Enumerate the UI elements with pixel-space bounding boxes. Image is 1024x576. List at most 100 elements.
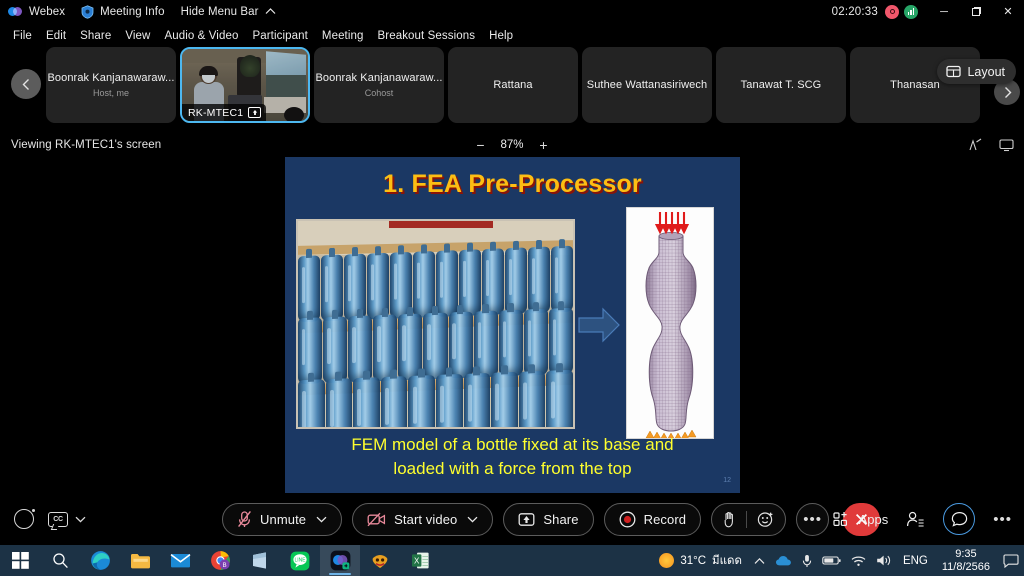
participant-tile-rk-mtec1[interactable]: RK-MTEC1 <box>180 47 310 123</box>
webex-brand: Webex <box>0 0 73 23</box>
menu-audio-video[interactable]: Audio & Video <box>157 28 245 44</box>
notification-chat-icon[interactable] <box>998 545 1024 576</box>
menu-file[interactable]: File <box>6 28 39 44</box>
microphone-icon[interactable] <box>797 545 817 576</box>
record-indicator-icon[interactable] <box>885 4 899 19</box>
chat-bubble-icon <box>951 511 968 527</box>
network-signal-icon[interactable] <box>904 4 918 19</box>
file-explorer-icon[interactable] <box>120 545 160 576</box>
monitor-icon[interactable] <box>999 138 1014 152</box>
video-thumbnail-toggle-icon[interactable] <box>14 509 35 529</box>
menu-breakout-sessions[interactable]: Breakout Sessions <box>371 28 483 44</box>
clock-date: 11/8/2566 <box>941 560 990 573</box>
clock-widget[interactable]: 9:35 11/8/2566 <box>934 548 998 573</box>
chrome-browser-icon[interactable]: B <box>200 545 240 576</box>
filmstrip-prev-button[interactable] <box>11 69 41 99</box>
start-button[interactable] <box>0 545 40 576</box>
zoom-in-button[interactable]: + <box>537 137 550 153</box>
record-button[interactable]: Record <box>603 502 702 536</box>
orange-app-icon[interactable] <box>360 545 400 576</box>
fem-mesh-bottle-model <box>626 207 714 439</box>
participant-tiles: Boonrak Kanjanawaraw... Host, me RK-MTEC… <box>46 47 980 123</box>
menu-view[interactable]: View <box>118 28 157 44</box>
chevron-down-icon[interactable] <box>316 516 327 523</box>
participant-tile-cohost[interactable]: Boonrak Kanjanawaraw... Cohost <box>314 47 444 123</box>
zoom-level-value: 87% <box>500 138 524 151</box>
participant-tile-rattana[interactable]: Rattana <box>448 47 578 123</box>
meeting-info-button[interactable]: Meeting Info <box>73 0 173 23</box>
chevron-up-icon <box>265 7 276 17</box>
reactions-emoji-icon[interactable] <box>757 511 774 528</box>
svg-text:X: X <box>414 556 420 565</box>
line-app-icon[interactable]: LINE <box>280 545 320 576</box>
participants-icon[interactable] <box>906 511 925 528</box>
annotate-pen-icon[interactable] <box>968 138 983 152</box>
hide-menu-bar-label: Hide Menu Bar <box>180 5 259 18</box>
more-controls-button[interactable]: ••• <box>993 511 1012 528</box>
chat-button[interactable] <box>943 503 976 535</box>
webex-app-icon[interactable] <box>320 545 360 576</box>
chevron-down-icon[interactable] <box>75 516 86 523</box>
menu-edit[interactable]: Edit <box>39 28 73 44</box>
show-hidden-icons-button[interactable] <box>749 545 770 576</box>
layout-label: Layout <box>967 64 1005 79</box>
unmute-button[interactable]: Unmute <box>222 502 343 536</box>
closed-captions-control[interactable]: CC <box>48 511 86 527</box>
close-button[interactable]: ✕ <box>992 0 1024 23</box>
participant-filmstrip: Boonrak Kanjanawaraw... Host, me RK-MTEC… <box>0 47 1024 123</box>
apps-label: Apps <box>858 511 889 527</box>
windows-taskbar: B LINE X 31°C มีแดด ENG 9:35 11/8/2566 <box>0 545 1024 576</box>
minimize-button[interactable]: ─ <box>928 0 960 23</box>
volume-icon[interactable] <box>871 545 897 576</box>
svg-text:LINE: LINE <box>294 557 306 563</box>
edge-browser-icon[interactable] <box>80 545 120 576</box>
webex-meeting-window: Webex Meeting Info Hide Menu Bar 02:20:3… <box>0 0 1024 576</box>
water-bottles-photo <box>296 219 575 429</box>
excel-app-icon[interactable]: X <box>400 545 440 576</box>
menu-participant[interactable]: Participant <box>245 28 314 44</box>
onedrive-cloud-icon[interactable] <box>770 545 797 576</box>
weather-widget[interactable]: 31°C มีแดด <box>652 552 749 570</box>
caption-line-2: loaded with a force from the top <box>393 458 632 478</box>
menu-share[interactable]: Share <box>73 28 118 44</box>
start-video-button[interactable]: Start video <box>352 502 494 536</box>
participant-tile-tanawat[interactable]: Tanawat T. SCG <box>716 47 846 123</box>
slide-caption: FEM model of a bottle fixed at its base … <box>285 433 740 480</box>
presentation-slide[interactable]: 1. FEA Pre-Processor FEM model of a bott… <box>285 157 740 493</box>
language-indicator[interactable]: ENG <box>897 555 934 567</box>
participant-tile-suthee[interactable]: Suthee Wattanasiriwech <box>582 47 712 123</box>
record-icon <box>619 511 636 528</box>
mail-app-icon[interactable] <box>160 545 200 576</box>
unmute-label: Unmute <box>260 511 307 527</box>
participant-tile-host[interactable]: Boonrak Kanjanawaraw... Host, me <box>46 47 176 123</box>
maximize-button[interactable] <box>960 0 992 23</box>
menu-help[interactable]: Help <box>482 28 520 44</box>
more-options-button[interactable]: ••• <box>796 502 830 536</box>
shield-icon <box>81 4 94 19</box>
search-button[interactable] <box>40 545 80 576</box>
zoom-out-button[interactable]: − <box>474 137 487 153</box>
hide-menu-bar-button[interactable]: Hide Menu Bar <box>173 0 283 23</box>
battery-icon[interactable] <box>817 545 846 576</box>
apps-button[interactable]: Apps <box>832 511 889 527</box>
raise-hand-icon[interactable] <box>723 511 736 528</box>
chevron-down-icon[interactable] <box>467 516 478 523</box>
layout-button[interactable]: Layout <box>937 59 1016 84</box>
onenote-app-icon[interactable] <box>240 545 280 576</box>
participant-name: Tanawat T. SCG <box>740 79 822 91</box>
share-screen-icon <box>518 512 535 527</box>
participant-name: Thanasan <box>890 79 940 91</box>
screen-share-icon <box>248 107 262 118</box>
title-bar: Webex Meeting Info Hide Menu Bar 02:20:3… <box>0 0 1024 23</box>
microphone-muted-icon <box>237 510 252 528</box>
apps-grid-icon <box>832 511 851 527</box>
reactions-group <box>711 502 787 536</box>
share-button[interactable]: Share <box>503 502 594 536</box>
wifi-icon[interactable] <box>846 545 871 576</box>
sun-icon <box>659 553 675 568</box>
meeting-timer: 02:20:33 <box>831 5 878 18</box>
share-label: Share <box>543 511 579 527</box>
start-video-label: Start video <box>394 511 458 527</box>
more-options-label: ••• <box>803 510 822 528</box>
menu-meeting[interactable]: Meeting <box>315 28 371 44</box>
